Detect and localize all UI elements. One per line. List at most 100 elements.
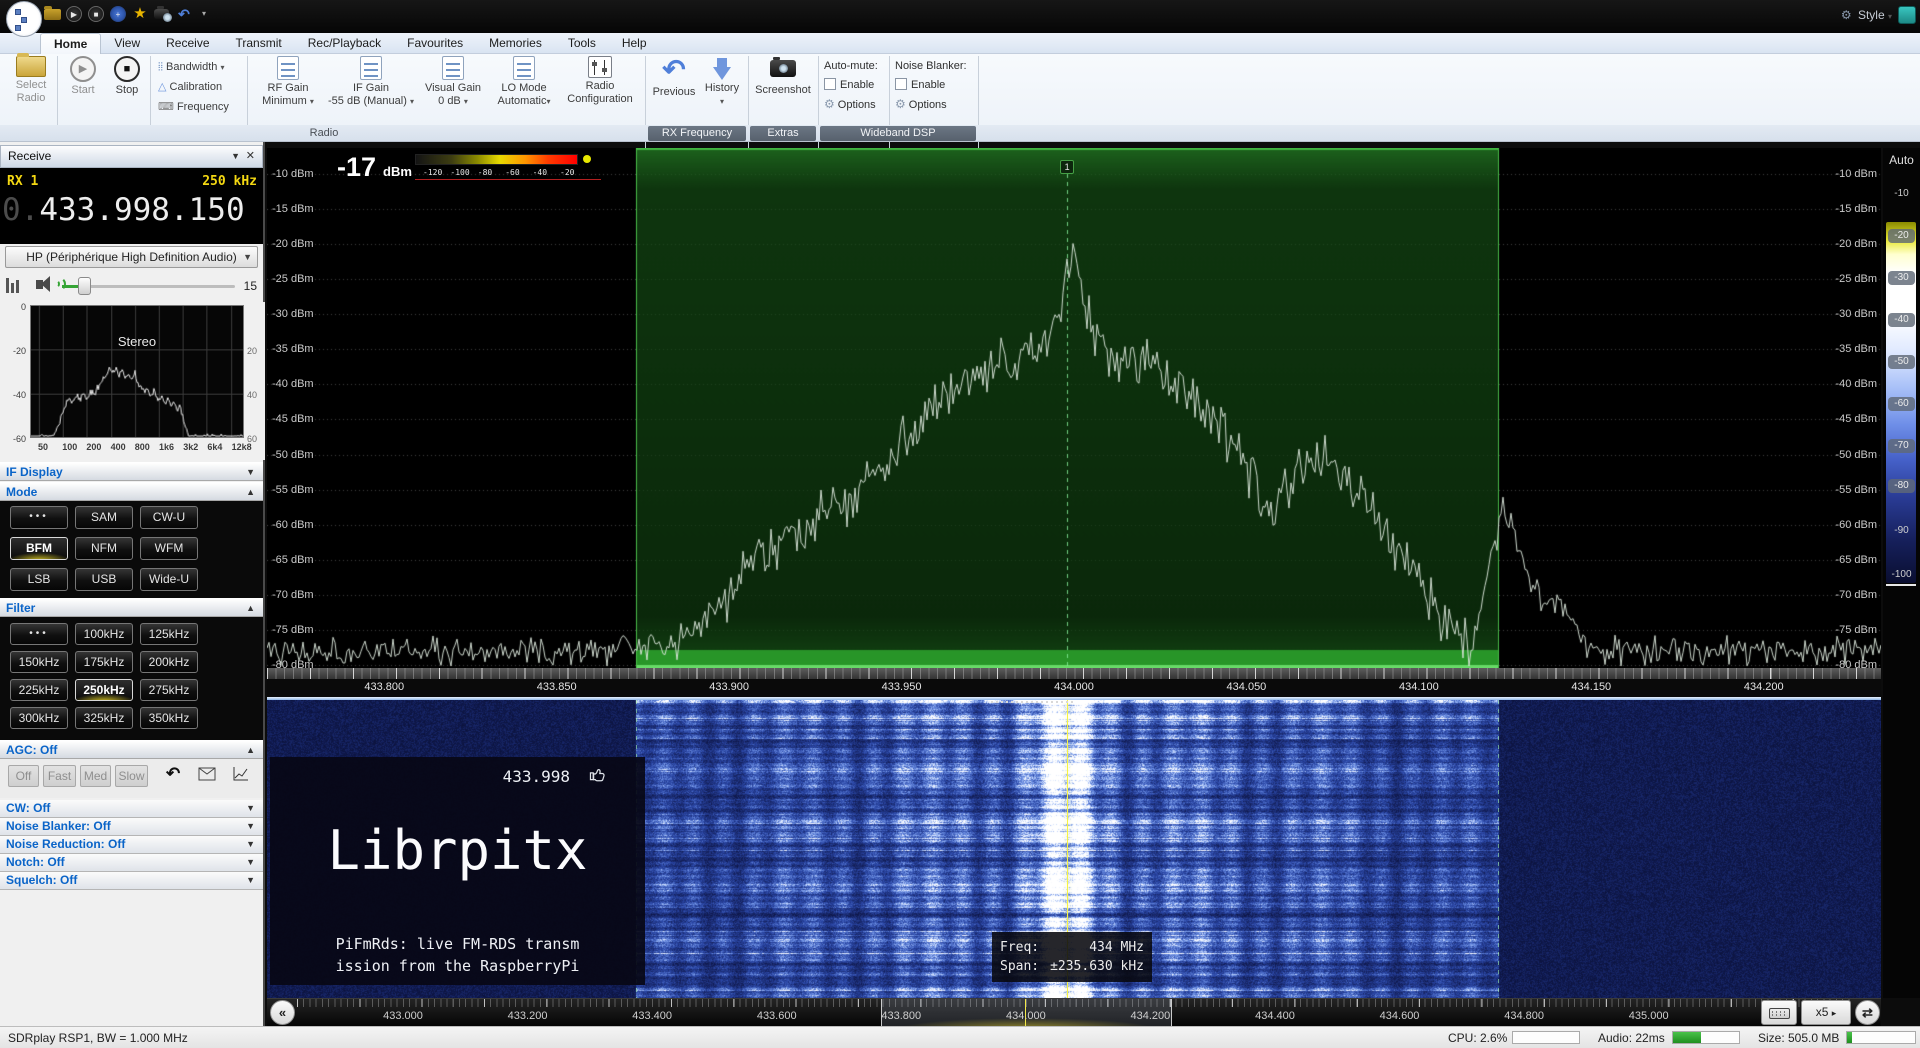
auto-mute-options-button[interactable]: ⚙Options	[824, 95, 890, 115]
band-navigation-bar[interactable]: « x5 ▸ ⇄ 433.000433.200433.400433.600433…	[267, 998, 1881, 1026]
volume-slider-thumb[interactable]	[78, 277, 91, 295]
select-radio-button[interactable]: SelectRadio	[8, 56, 54, 105]
palette-scale-chip[interactable]: -40	[1888, 313, 1915, 327]
if-gain-button[interactable]: IF Gain-55 dB (Manual) ▾	[328, 56, 414, 108]
history-button[interactable]: History▾	[700, 56, 744, 108]
scroll-left-button[interactable]: «	[270, 1000, 295, 1025]
lo-mode-button[interactable]: LO ModeAutomatic▾	[492, 56, 556, 108]
section-if-display[interactable]: IF Display▼	[0, 462, 263, 481]
filter-275khz[interactable]: 275kHz	[140, 679, 198, 701]
agc-off[interactable]: Off	[8, 765, 39, 787]
filter-225khz[interactable]: 225kHz	[10, 679, 68, 701]
waterfall-display[interactable]: 433.998 Librpitx PiFmRds: live FM-RDS tr…	[267, 700, 1881, 998]
palette-scale-chip[interactable]: -80	[1888, 479, 1915, 493]
mode-cwu[interactable]: CW-U	[140, 506, 198, 529]
agc-scheme-icon[interactable]	[198, 767, 216, 781]
tab-home[interactable]: Home	[40, 33, 101, 54]
palette-scale-chip[interactable]: -20	[1888, 229, 1915, 243]
open-file-button[interactable]	[44, 9, 61, 20]
section-noise-blanker[interactable]: Noise Blanker: Off▼	[0, 818, 263, 836]
more-options-button[interactable]: •••	[10, 506, 68, 529]
filter-250khz[interactable]: 250kHz	[75, 679, 133, 701]
style-dropdown-icon[interactable]: ▾	[1888, 12, 1892, 21]
radio-configuration-button[interactable]: RadioConfiguration	[560, 56, 640, 106]
filter-325khz[interactable]: 325kHz	[75, 707, 133, 729]
filter-125khz[interactable]: 125kHz	[140, 623, 198, 645]
chevron-up-icon[interactable]: ▲	[246, 599, 255, 617]
panel-close-icon[interactable]: ✕	[246, 146, 255, 167]
section-squelch[interactable]: Squelch: Off▼	[0, 872, 263, 890]
agc-graph-icon[interactable]	[232, 766, 250, 782]
undo-button[interactable]: ↶	[176, 6, 192, 22]
quick-stop-button[interactable]: ■	[88, 6, 104, 22]
quick-play-button[interactable]: ▶	[66, 6, 82, 22]
checkbox-icon[interactable]	[895, 78, 907, 90]
noise-blanker-options-button[interactable]: ⚙Options	[895, 95, 975, 115]
chevron-down-icon[interactable]: ▼	[246, 800, 255, 817]
chevron-down-icon[interactable]: ▼	[246, 872, 255, 889]
waterfall-palette-scale[interactable]: Auto -10-90-100-20-30-40-50-60-70-80	[1883, 148, 1920, 998]
style-label[interactable]: Style	[1858, 8, 1885, 22]
panel-collapse-icon[interactable]: ▼	[231, 146, 240, 167]
chevron-down-icon[interactable]: ▼	[246, 836, 255, 853]
chevron-down-icon[interactable]: ▼	[246, 818, 255, 835]
filter-100khz[interactable]: 100kHz	[75, 623, 133, 645]
agc-fast[interactable]: Fast	[43, 765, 76, 787]
stop-button[interactable]: ■ Stop	[106, 56, 148, 97]
visual-gain-button[interactable]: Visual Gain0 dB ▾	[418, 56, 488, 108]
add-button[interactable]: +	[110, 6, 126, 22]
more-options-button[interactable]: •••	[10, 623, 68, 645]
colorbar-marker-dot[interactable]	[583, 155, 591, 163]
drag-handle-dots[interactable]	[991, 701, 1073, 703]
agc-med[interactable]: Med	[80, 765, 111, 787]
section-mode[interactable]: Mode▲	[0, 482, 263, 501]
mode-lsb[interactable]: LSB	[10, 568, 68, 591]
mode-sam[interactable]: SAM	[75, 506, 133, 529]
section-filter[interactable]: Filter▲	[0, 598, 263, 617]
palette-floor-marker[interactable]	[1886, 584, 1916, 586]
tuned-frequency-value[interactable]: 0.433.998.150	[2, 192, 261, 228]
bandwidth-button[interactable]: ⦙⦙ Bandwidth ▾	[158, 58, 224, 76]
tab-receive[interactable]: Receive	[153, 33, 222, 54]
favourite-star-icon[interactable]: ★	[132, 6, 148, 22]
chevron-up-icon[interactable]: ▲	[246, 483, 255, 501]
filter-200khz[interactable]: 200kHz	[140, 651, 198, 673]
palette-scale-chip[interactable]: -50	[1888, 355, 1915, 369]
frequency-display[interactable]: RX 1 250 kHz 0.433.998.150	[0, 168, 263, 244]
rx-marker-flag[interactable]: 1	[1060, 160, 1074, 174]
tab-help[interactable]: Help	[609, 33, 660, 54]
start-button[interactable]: ▶ Start	[62, 56, 104, 97]
screenshot-button[interactable]: Screenshot	[752, 56, 814, 97]
application-menu-button[interactable]	[6, 1, 42, 37]
tab-view[interactable]: View	[101, 33, 153, 54]
quick-access-more-icon[interactable]: ▾	[196, 6, 212, 22]
rf-gain-button[interactable]: RF GainMinimum ▾	[252, 56, 324, 108]
equalizer-icon[interactable]	[6, 278, 22, 293]
noise-blanker-enable-checkbox[interactable]: Enable	[895, 76, 975, 95]
agc-undo-icon[interactable]: ↶	[166, 764, 180, 784]
section-noise-reduction[interactable]: Noise Reduction: Off▼	[0, 836, 263, 854]
chevron-down-icon[interactable]: ▼	[246, 463, 255, 481]
quick-screenshot-button[interactable]	[154, 6, 170, 22]
mode-nfm[interactable]: NFM	[75, 537, 133, 560]
calibration-button[interactable]: △ Calibration	[158, 78, 222, 96]
tab-rec-playback[interactable]: Rec/Playback	[295, 33, 394, 54]
mode-bfm[interactable]: BFM	[10, 537, 68, 560]
frequency-button[interactable]: ⌨ Frequency	[158, 98, 229, 116]
previous-button[interactable]: ↶ Previous	[650, 56, 698, 99]
palette-scale-chip[interactable]: -60	[1888, 397, 1915, 411]
filter-300khz[interactable]: 300kHz	[10, 707, 68, 729]
palette-auto-label[interactable]: Auto	[1883, 153, 1920, 167]
mode-wideu[interactable]: Wide-U	[140, 568, 198, 591]
mode-usb[interactable]: USB	[75, 568, 133, 591]
filter-150khz[interactable]: 150kHz	[10, 651, 68, 673]
checkbox-icon[interactable]	[824, 78, 836, 90]
tab-transmit[interactable]: Transmit	[223, 33, 295, 54]
spectrum-frequency-ruler[interactable]: 433.800433.850433.900433.950434.000434.0…	[267, 668, 1881, 697]
pan-mode-button[interactable]: ⇄	[1855, 1000, 1880, 1025]
filter-350khz[interactable]: 350kHz	[140, 707, 198, 729]
spectrum-canvas[interactable]	[267, 148, 1881, 668]
keyboard-entry-button[interactable]	[1761, 1000, 1797, 1025]
mode-wfm[interactable]: WFM	[140, 537, 198, 560]
section-agc[interactable]: AGC: Off▲	[0, 740, 263, 759]
